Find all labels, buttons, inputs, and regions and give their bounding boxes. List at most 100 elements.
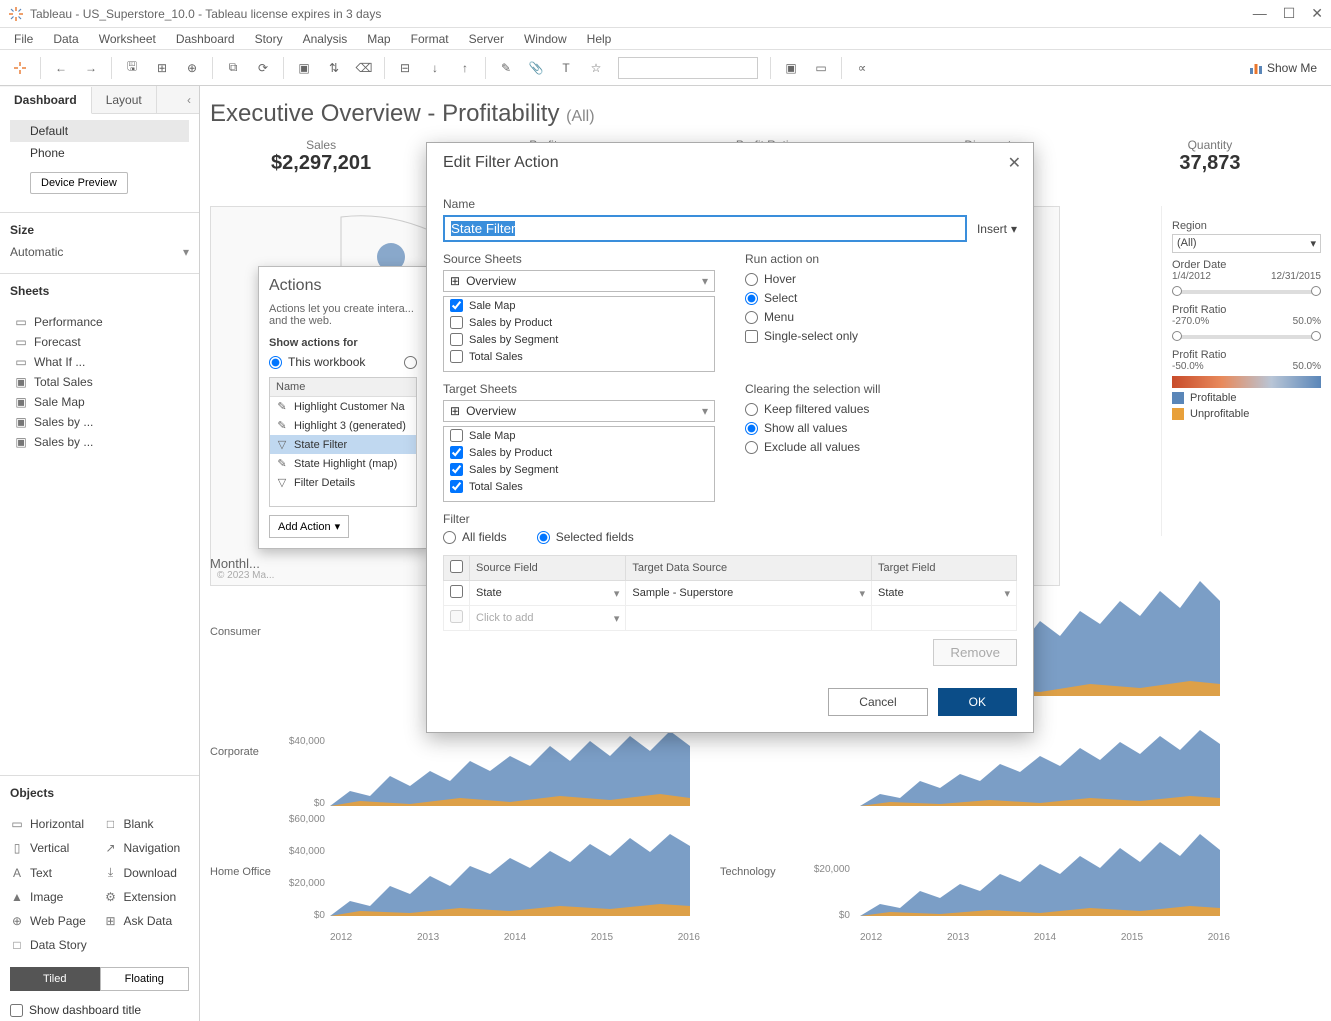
dialog-close-icon[interactable]: ✕ [1008,153,1021,173]
object-item[interactable]: ▯Vertical [10,838,96,858]
filter-row[interactable]: State▾ Sample - Superstore▾ State▾ [444,581,1017,606]
menu-help[interactable]: Help [579,30,620,48]
target-item[interactable]: Sale Map [444,427,714,444]
actions-radio-thiswb[interactable] [269,356,282,369]
single-select-checkbox[interactable] [745,330,758,343]
cancel-button[interactable]: Cancel [828,688,927,716]
show-title-checkbox[interactable] [10,1004,23,1017]
newsheet-icon[interactable]: ▣ [290,54,318,82]
name-input[interactable] [443,215,967,242]
add-action-button[interactable]: Add Action▾ [269,515,349,538]
sheet-item[interactable]: ▣Sales by ... [0,412,199,432]
chart-technology[interactable] [860,816,1230,926]
menu-map[interactable]: Map [359,30,398,48]
source-sheets-select[interactable]: ⊞Overview [443,270,715,292]
chart-homeoffice[interactable] [330,816,700,926]
action-list-item[interactable]: ✎Highlight Customer Na [270,397,416,416]
object-item[interactable]: ⚙Extension [104,887,190,907]
object-item[interactable]: ⊞Ask Data [104,911,190,931]
tiled-button[interactable]: Tiled [10,967,100,991]
object-item[interactable]: ⤓Download [104,862,190,883]
menu-window[interactable]: Window [516,30,575,48]
tableau-home-icon[interactable] [6,54,34,82]
selectedfields-radio[interactable] [537,531,550,544]
menu-server[interactable]: Server [461,30,512,48]
save-icon[interactable]: 🖫 [118,54,146,82]
size-select[interactable]: Automatic [10,241,189,263]
highlight-icon[interactable]: ✎ [492,54,520,82]
object-item[interactable]: □Blank [104,814,190,834]
menu-story[interactable]: Story [247,30,291,48]
device-default[interactable]: Default [10,120,189,142]
menu-dashboard[interactable]: Dashboard [168,30,243,48]
sortdesc-icon[interactable]: ↑ [451,54,479,82]
undo-icon[interactable]: ← [47,54,75,82]
showme-button[interactable]: Show Me [1241,61,1325,75]
menu-data[interactable]: Data [45,30,86,48]
sortasc-icon[interactable]: ↓ [421,54,449,82]
action-list-item[interactable]: ▽State Filter [270,435,416,454]
profitratio-slider[interactable] [1172,331,1321,343]
minimize-icon[interactable]: — [1253,5,1267,22]
action-list-item[interactable]: ▽Filter Details [270,473,416,492]
target-item[interactable]: Total Sales [444,478,714,495]
object-item[interactable]: ⊕Web Page [10,911,96,931]
target-list[interactable]: Sale MapSales by ProductSales by Segment… [443,426,715,502]
close-icon[interactable]: ✕ [1311,5,1323,22]
insert-button[interactable]: Insert▾ [977,222,1017,236]
new-worksheet-icon[interactable]: ⊕ [178,54,206,82]
clear-radio[interactable] [745,403,758,416]
ok-button[interactable]: OK [938,688,1017,716]
target-item[interactable]: Sales by Product [444,444,714,461]
sheet-item[interactable]: ▭Forecast [0,332,199,352]
action-list-item[interactable]: ✎State Highlight (map) [270,454,416,473]
device-preview-button[interactable]: Device Preview [30,172,128,194]
allfields-radio[interactable] [443,531,456,544]
legend-item[interactable]: Unprofitable [1172,408,1321,420]
duplicate-icon[interactable]: ⧉ [219,54,247,82]
text-icon[interactable]: T [552,54,580,82]
share-icon[interactable]: ∝ [848,54,876,82]
maximize-icon[interactable]: ☐ [1283,5,1296,22]
toolbar-search-input[interactable] [618,57,758,79]
source-item[interactable]: Sales by Segment [444,331,714,348]
sheet-item[interactable]: ▣Total Sales [0,372,199,392]
target-sheets-select[interactable]: ⊞Overview [443,400,715,422]
clear-radio[interactable] [745,422,758,435]
table-check-all[interactable] [450,560,463,573]
actions-radio-other[interactable] [404,356,417,369]
floating-button[interactable]: Floating [100,967,190,991]
attach-icon[interactable]: 📎 [522,54,550,82]
device-phone[interactable]: Phone [10,142,189,164]
source-list[interactable]: Sale MapSales by ProductSales by Segment… [443,296,715,372]
pin-icon[interactable]: ☆ [582,54,610,82]
collapse-sidebar-icon[interactable]: ‹ [179,93,199,107]
object-item[interactable]: ▭Horizontal [10,814,96,834]
menu-analysis[interactable]: Analysis [295,30,356,48]
present-icon[interactable]: ▭ [807,54,835,82]
refresh-icon[interactable]: ⟳ [249,54,277,82]
orderdate-slider[interactable] [1172,286,1321,298]
action-list-item[interactable]: ✎Highlight 3 (generated) [270,416,416,435]
object-item[interactable]: AText [10,862,96,883]
legend-item[interactable]: Profitable [1172,392,1321,404]
run-radio[interactable] [745,311,758,324]
run-radio[interactable] [745,273,758,286]
actions-list[interactable]: Name ✎Highlight Customer Na✎Highlight 3 … [269,377,417,507]
source-item[interactable]: Sale Map [444,297,714,314]
object-item[interactable]: ↗Navigation [104,838,190,858]
clear-radio[interactable] [745,441,758,454]
menu-format[interactable]: Format [403,30,457,48]
source-item[interactable]: Sales by Product [444,314,714,331]
object-item[interactable]: □Data Story [10,935,96,955]
group-icon[interactable]: ⊟ [391,54,419,82]
sheet-item[interactable]: ▣Sale Map [0,392,199,412]
tab-dashboard[interactable]: Dashboard [0,87,92,114]
tab-layout[interactable]: Layout [92,86,157,113]
sheet-item[interactable]: ▭Performance [0,312,199,332]
new-datasource-icon[interactable]: ⊞ [148,54,176,82]
sheet-item[interactable]: ▭What If ... [0,352,199,372]
source-item[interactable]: Total Sales [444,348,714,365]
menu-file[interactable]: File [6,30,41,48]
redo-icon[interactable]: → [77,54,105,82]
